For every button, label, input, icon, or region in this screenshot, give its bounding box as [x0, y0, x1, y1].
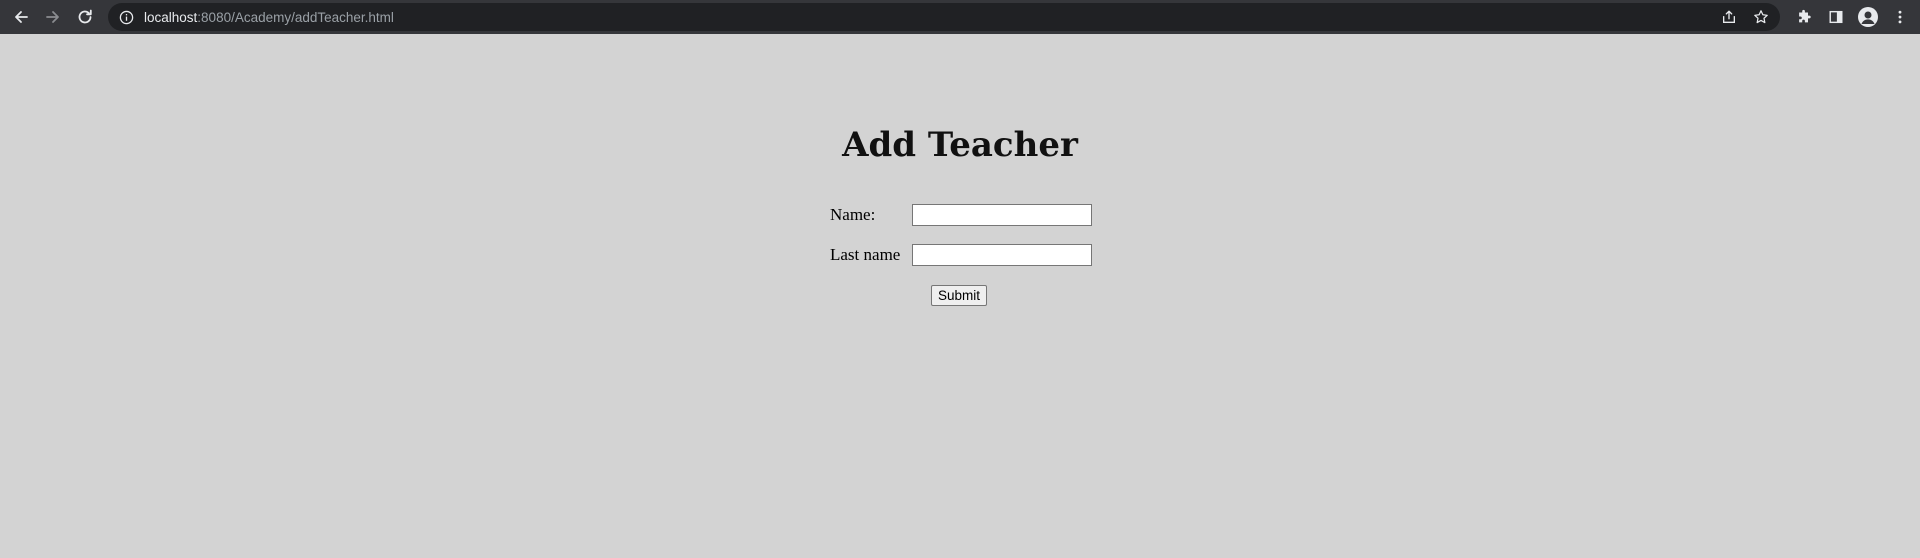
last-name-label: Last name [830, 245, 901, 264]
url-host: localhost [144, 9, 198, 25]
url-text[interactable]: localhost:8080/Academy/addTeacher.html [144, 10, 394, 25]
browser-toolbar: localhost:8080/Academy/addTeacher.html [0, 0, 1920, 34]
name-input[interactable] [912, 204, 1092, 226]
submit-button[interactable]: Submit [931, 285, 988, 306]
address-bar[interactable]: localhost:8080/Academy/addTeacher.html [108, 3, 1780, 31]
profile-icon[interactable] [1856, 5, 1880, 29]
reload-button[interactable] [73, 5, 97, 29]
page-content: Add Teacher Name: Last name Submit [0, 34, 1920, 558]
arrow-right-icon [46, 11, 59, 23]
forward-button[interactable] [41, 5, 65, 29]
address-bar-actions [1708, 3, 1772, 31]
kebab-menu-icon[interactable] [1888, 5, 1912, 29]
back-button[interactable] [9, 5, 33, 29]
toolbar-right-actions [1784, 0, 1912, 34]
reload-icon [78, 9, 92, 24]
share-icon[interactable] [1718, 6, 1740, 28]
info-icon[interactable] [118, 9, 134, 25]
name-label: Name: [830, 205, 876, 224]
last-name-row: Last name [830, 244, 1092, 266]
page-title: Add Teacher [842, 125, 1078, 165]
arrow-left-icon [15, 11, 28, 23]
name-row: Name: [830, 204, 1092, 226]
side-panel-icon[interactable] [1824, 5, 1848, 29]
star-icon[interactable] [1750, 6, 1772, 28]
puzzle-icon[interactable] [1792, 5, 1816, 29]
url-path: :8080/Academy/addTeacher.html [197, 9, 394, 25]
last-name-input[interactable] [912, 244, 1092, 266]
